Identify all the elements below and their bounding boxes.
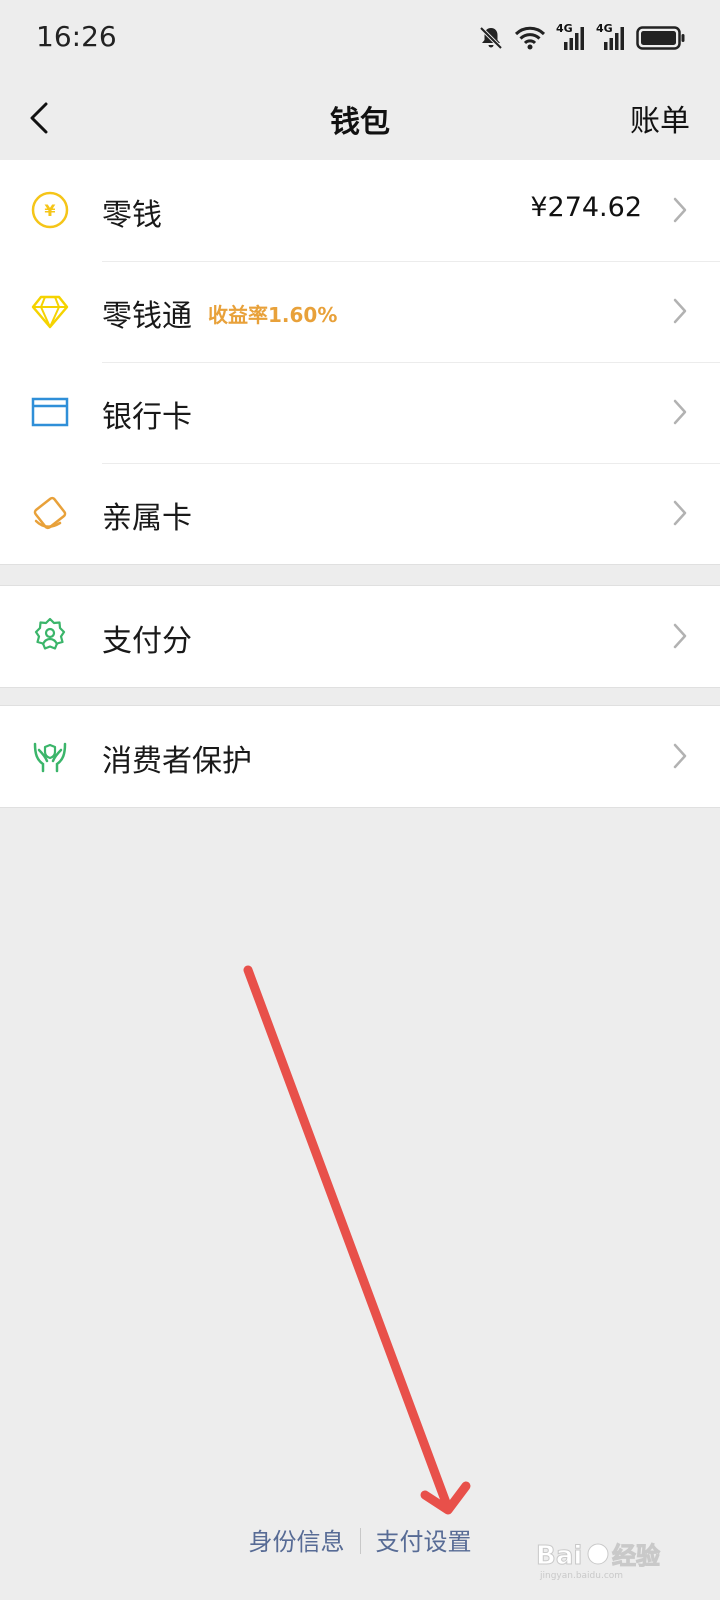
bank-card-icon <box>31 397 69 427</box>
svg-text:jingyan.baidu.com: jingyan.baidu.com <box>539 1571 623 1580</box>
list-item-label: 亲属卡 <box>102 501 192 536</box>
list-item-lingqiantong[interactable]: 零钱通 收益率1.60% <box>0 261 720 362</box>
list-item-label: 零钱通 <box>102 299 192 334</box>
list-item-label: 零钱 <box>102 198 162 233</box>
status-icons: 4G 4G <box>478 22 686 52</box>
identity-info-link[interactable]: 身份信息 <box>249 1522 345 1557</box>
chevron-right-icon <box>673 743 687 769</box>
status-time: 16:26 <box>36 20 117 53</box>
list-item-bank-card[interactable]: 银行卡 <box>0 362 720 463</box>
list-item-family-card[interactable]: 亲属卡 <box>0 463 720 564</box>
signal-icon <box>604 27 624 50</box>
signal-icon <box>564 27 584 50</box>
svg-text:¥: ¥ <box>44 201 55 220</box>
page-title: 钱包 <box>330 105 390 140</box>
chevron-right-icon <box>673 399 687 425</box>
yuan-coin-icon: ¥ <box>31 191 69 229</box>
signal-4g-2: 4G <box>596 22 626 52</box>
bill-button[interactable]: 账单 <box>630 96 690 140</box>
pay-settings-link[interactable]: 支付设置 <box>376 1522 472 1557</box>
yield-rate-badge: 收益率1.60% <box>208 303 338 327</box>
bell-muted-icon <box>479 26 503 50</box>
pay-score-group: 支付分 <box>0 585 720 688</box>
list-item-label: 银行卡 <box>102 400 192 435</box>
footer-links: 身份信息 支付设置 <box>0 1522 720 1562</box>
list-item-pay-score[interactable]: 支付分 <box>0 586 720 687</box>
consumer-protection-group: 消费者保护 <box>0 705 720 808</box>
list-item-label: 支付分 <box>102 624 192 659</box>
chevron-right-icon <box>673 500 687 526</box>
nav-bar: 钱包 账单 <box>0 78 720 160</box>
chevron-left-icon <box>30 102 48 134</box>
back-button[interactable] <box>22 98 62 138</box>
diamond-icon <box>31 295 69 329</box>
chevron-right-icon <box>673 623 687 649</box>
list-item-consumer-protection[interactable]: 消费者保护 <box>0 706 720 807</box>
wifi-icon <box>514 26 546 50</box>
family-card-icon <box>33 496 67 530</box>
footer-divider <box>359 1528 361 1554</box>
balance-value: ¥274.62 <box>530 192 642 223</box>
pay-score-icon <box>34 617 66 650</box>
list-item-label: 消费者保护 <box>102 744 252 779</box>
battery-icon <box>636 26 685 50</box>
chevron-right-icon <box>673 197 687 223</box>
protection-hands-icon <box>33 742 67 773</box>
signal-4g-1: 4G <box>556 22 586 52</box>
list-item-change[interactable]: ¥ 零钱 ¥274.62 <box>0 160 720 261</box>
chevron-right-icon <box>673 298 687 324</box>
status-bar: 16:26 4G 4G <box>0 0 720 78</box>
wallet-assets-group: ¥ 零钱 ¥274.62 零钱通 收益率1.60% 银行卡 亲属卡 <box>0 160 720 565</box>
